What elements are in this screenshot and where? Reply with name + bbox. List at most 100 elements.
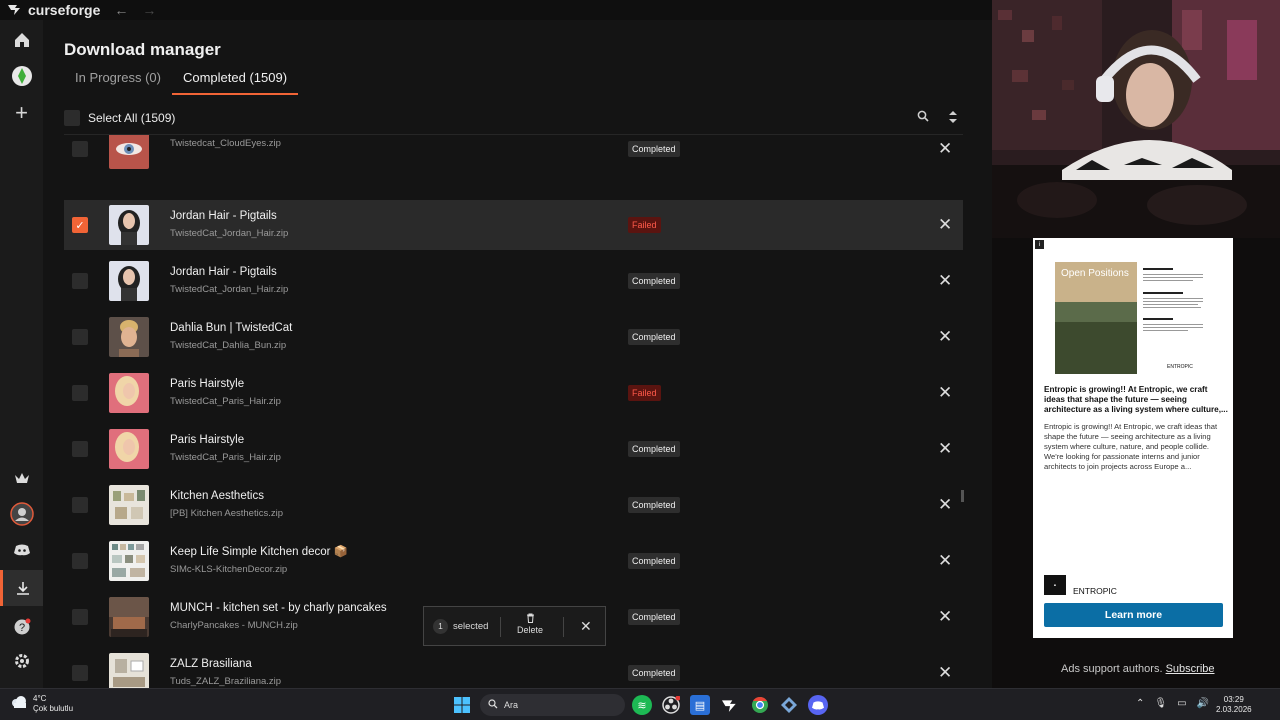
row-checkbox[interactable] bbox=[72, 609, 88, 625]
obs-icon[interactable] bbox=[661, 695, 681, 715]
row-checkbox[interactable] bbox=[72, 329, 88, 345]
clock-date: 2.03.2026 bbox=[1216, 705, 1252, 714]
close-icon[interactable]: ✕ bbox=[938, 215, 952, 235]
download-row[interactable]: Dahlia Bun | TwistedCat TwistedCat_Dahli… bbox=[64, 312, 963, 362]
select-all-label[interactable]: Select All (1509) bbox=[88, 111, 175, 125]
avatar-icon[interactable] bbox=[0, 496, 43, 532]
close-icon[interactable]: ✕ bbox=[938, 495, 952, 515]
forward-arrow-icon[interactable]: → bbox=[142, 2, 156, 18]
mod-thumbnail bbox=[109, 261, 149, 301]
ad-poster[interactable]: Open Positions ENTROPIC bbox=[1055, 262, 1205, 374]
row-checkbox[interactable] bbox=[72, 665, 88, 681]
selected-count: 1 bbox=[433, 618, 448, 634]
close-icon[interactable]: ✕ bbox=[580, 618, 592, 635]
status-badge: Completed bbox=[628, 441, 680, 457]
close-icon[interactable]: ✕ bbox=[938, 271, 952, 291]
spotify-icon[interactable]: ≋ bbox=[632, 695, 652, 715]
close-icon[interactable]: ✕ bbox=[938, 383, 952, 403]
mod-thumbnail bbox=[109, 597, 149, 637]
back-arrow-icon[interactable]: ← bbox=[114, 2, 128, 18]
ad-body: Entropic is growing!! At Entropic, we cr… bbox=[1044, 422, 1218, 471]
download-row[interactable]: Jordan Hair - Pigtails TwistedCat_Jordan… bbox=[64, 256, 963, 306]
tab-completed[interactable]: Completed (1509) bbox=[171, 67, 299, 95]
download-row[interactable]: Paris Hairstyle TwistedCat_Paris_Hair.zi… bbox=[64, 424, 963, 474]
status-badge: Completed bbox=[628, 329, 680, 345]
ad-headline[interactable]: Entropic is growing!! At Entropic, we cr… bbox=[1044, 385, 1228, 415]
home-icon[interactable] bbox=[0, 22, 43, 58]
ad-brand: ENTROPIC bbox=[1073, 586, 1117, 596]
status-badge: Completed bbox=[628, 609, 680, 625]
download-row[interactable]: Twistedcat_CloudEyes.zip Completed ✕ bbox=[64, 135, 963, 174]
download-row[interactable]: Kitchen Aesthetics [PB] Kitchen Aestheti… bbox=[64, 480, 963, 530]
select-all-checkbox[interactable] bbox=[64, 110, 80, 126]
selection-toast: 1 selected Delete ✕ bbox=[423, 606, 606, 646]
status-badge: Completed bbox=[628, 141, 680, 157]
close-icon[interactable]: ✕ bbox=[938, 327, 952, 347]
row-title: Paris Hairstyle bbox=[170, 378, 245, 390]
download-row[interactable]: ✓ Jordan Hair - Pigtails TwistedCat_Jord… bbox=[64, 200, 963, 250]
system-clock[interactable]: 03:29 2.03.2026 bbox=[1216, 695, 1252, 715]
advertisement[interactable]: i Open Positions ENTROPIC Entropic is gr… bbox=[1033, 238, 1233, 638]
title-bar: curseforge ← → bbox=[0, 0, 992, 20]
row-checkbox[interactable] bbox=[72, 273, 88, 289]
scrollbar-thumb[interactable] bbox=[961, 490, 964, 502]
network-icon[interactable]: ▭ bbox=[1177, 698, 1186, 709]
status-badge: Completed bbox=[628, 553, 680, 569]
row-checkbox[interactable] bbox=[72, 141, 88, 157]
weather-widget[interactable]: 4°C Çok bulutlu bbox=[10, 694, 73, 714]
row-filename: TwistedCat_Dahlia_Bun.zip bbox=[170, 340, 287, 351]
tabs: In Progress (0) Completed (1509) bbox=[64, 67, 299, 95]
curseforge-taskbar-icon[interactable] bbox=[720, 695, 740, 715]
taskbar-search[interactable]: Ara bbox=[480, 694, 625, 716]
windows-start-icon[interactable] bbox=[452, 695, 472, 715]
row-checkbox[interactable]: ✓ bbox=[72, 217, 88, 233]
game-launcher-icon[interactable] bbox=[779, 695, 799, 715]
close-icon[interactable]: ✕ bbox=[938, 663, 952, 683]
poster-title: Open Positions bbox=[1061, 268, 1129, 279]
row-filename: SIMc-KLS-KitchenDecor.zip bbox=[170, 564, 288, 575]
close-icon[interactable]: ✕ bbox=[938, 139, 952, 159]
curseforge-logo-icon bbox=[8, 3, 22, 18]
ad-info-icon[interactable]: i bbox=[1035, 240, 1044, 249]
sims-plumbob-icon[interactable] bbox=[0, 58, 43, 94]
plus-icon[interactable]: + bbox=[0, 95, 43, 131]
download-manager: Download manager In Progress (0) Complet… bbox=[43, 20, 992, 688]
tab-in-progress[interactable]: In Progress (0) bbox=[64, 67, 172, 95]
trash-icon bbox=[517, 613, 543, 625]
sort-icon[interactable] bbox=[948, 110, 958, 127]
download-icon[interactable] bbox=[0, 570, 43, 606]
discord-taskbar-icon[interactable] bbox=[808, 695, 828, 715]
microphone-icon[interactable]: 🎙 bbox=[1154, 698, 1167, 709]
crown-icon[interactable] bbox=[0, 460, 43, 496]
row-title: Dahlia Bun | TwistedCat bbox=[170, 322, 293, 334]
weather-temp: 4°C bbox=[33, 694, 47, 703]
delete-button[interactable]: Delete bbox=[517, 613, 543, 635]
close-icon[interactable]: ✕ bbox=[938, 439, 952, 459]
row-checkbox[interactable] bbox=[72, 497, 88, 513]
subscribe-link[interactable]: Subscribe bbox=[1166, 663, 1215, 675]
chevron-up-icon[interactable]: ⌃ bbox=[1136, 698, 1144, 709]
row-text: MUNCH - kitchen set - by charly pancakes… bbox=[170, 601, 387, 631]
learn-more-button[interactable]: Learn more bbox=[1044, 603, 1223, 627]
chrome-icon[interactable] bbox=[750, 695, 770, 715]
help-icon[interactable]: ? bbox=[0, 609, 43, 645]
row-text: ZALZ Brasiliana Tuds_ZALZ_Braziliana.zip bbox=[170, 657, 281, 687]
download-row[interactable]: ZALZ Brasiliana Tuds_ZALZ_Braziliana.zip… bbox=[64, 648, 963, 688]
search-icon[interactable] bbox=[917, 110, 929, 125]
download-row[interactable]: Keep Life Simple Kitchen decor 📦 SIMc-KL… bbox=[64, 536, 963, 586]
row-checkbox[interactable] bbox=[72, 553, 88, 569]
row-checkbox[interactable] bbox=[72, 441, 88, 457]
gear-icon[interactable] bbox=[0, 643, 43, 679]
close-icon[interactable]: ✕ bbox=[938, 551, 952, 571]
select-all-bar: Select All (1509) bbox=[64, 106, 964, 130]
mod-thumbnail bbox=[109, 541, 149, 581]
row-title: MUNCH - kitchen set - by charly pancakes bbox=[170, 602, 387, 614]
row-checkbox[interactable] bbox=[72, 385, 88, 401]
volume-icon[interactable]: 🔊 bbox=[1197, 698, 1209, 709]
mod-thumbnail bbox=[109, 653, 149, 688]
download-row[interactable]: Paris Hairstyle TwistedCat_Paris_Hair.zi… bbox=[64, 368, 963, 418]
discord-icon[interactable] bbox=[0, 532, 43, 568]
close-icon[interactable]: ✕ bbox=[938, 607, 952, 627]
app-window-icon[interactable]: ▤ bbox=[690, 695, 710, 715]
row-title: Paris Hairstyle bbox=[170, 434, 245, 446]
